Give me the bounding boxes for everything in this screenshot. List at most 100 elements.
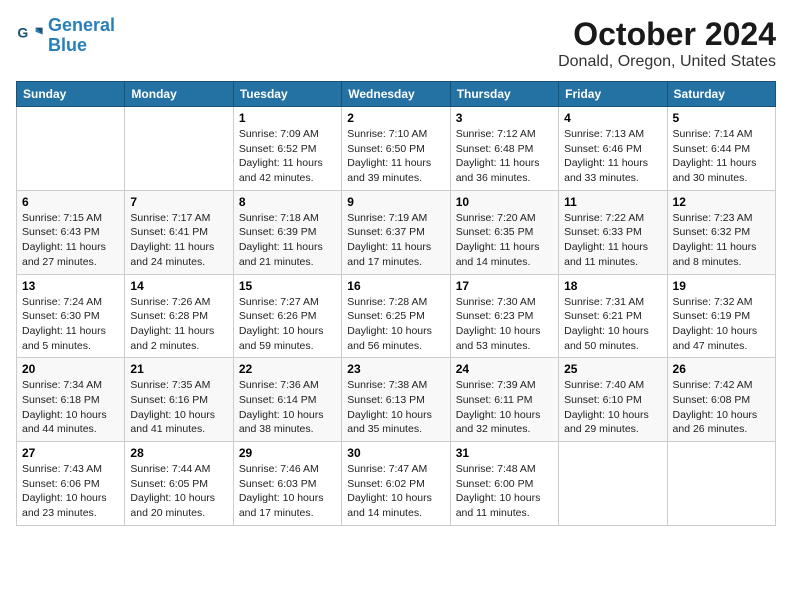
day-detail: Sunrise: 7:46 AM Sunset: 6:03 PM Dayligh…	[239, 462, 336, 521]
weekday-header-thursday: Thursday	[450, 82, 558, 107]
header: G General Blue October 2024 Donald, Oreg…	[16, 16, 776, 71]
day-number: 5	[673, 111, 770, 125]
calendar-cell: 6 Sunrise: 7:15 AM Sunset: 6:43 PM Daylig…	[17, 190, 125, 274]
week-row-4: 20 Sunrise: 7:34 AM Sunset: 6:18 PM Dayli…	[17, 358, 776, 442]
day-detail: Sunrise: 7:22 AM Sunset: 6:33 PM Dayligh…	[564, 211, 661, 270]
calendar-cell: 1 Sunrise: 7:09 AM Sunset: 6:52 PM Daylig…	[233, 107, 341, 191]
day-number: 24	[456, 362, 553, 376]
weekday-header-tuesday: Tuesday	[233, 82, 341, 107]
calendar-cell: 23 Sunrise: 7:38 AM Sunset: 6:13 PM Dayli…	[342, 358, 450, 442]
calendar-cell: 30 Sunrise: 7:47 AM Sunset: 6:02 PM Dayli…	[342, 442, 450, 526]
day-number: 12	[673, 195, 770, 209]
calendar-cell: 3Sunrise: 7:12 AM Sunset: 6:48 PM Daylig…	[450, 107, 558, 191]
day-number: 27	[22, 446, 119, 460]
calendar-cell: 15 Sunrise: 7:27 AM Sunset: 6:26 PM Dayli…	[233, 274, 341, 358]
calendar-cell: 25 Sunrise: 7:40 AM Sunset: 6:10 PM Dayli…	[559, 358, 667, 442]
logo-icon: G	[16, 22, 44, 50]
day-detail: Sunrise: 7:44 AM Sunset: 6:05 PM Dayligh…	[130, 462, 227, 521]
day-detail: Sunrise: 7:32 AM Sunset: 6:19 PM Dayligh…	[673, 295, 770, 354]
day-number: 13	[22, 279, 119, 293]
day-detail: Sunrise: 7:42 AM Sunset: 6:08 PM Dayligh…	[673, 378, 770, 437]
location-title: Donald, Oregon, United States	[558, 53, 776, 71]
day-detail: Sunrise: 7:36 AM Sunset: 6:14 PM Dayligh…	[239, 378, 336, 437]
svg-text:G: G	[17, 24, 28, 40]
day-detail: Sunrise: 7:40 AM Sunset: 6:10 PM Dayligh…	[564, 378, 661, 437]
day-detail: Sunrise: 7:09 AM Sunset: 6:52 PM Dayligh…	[239, 127, 336, 186]
calendar-cell: 31 Sunrise: 7:48 AM Sunset: 6:00 PM Dayli…	[450, 442, 558, 526]
weekday-header-wednesday: Wednesday	[342, 82, 450, 107]
day-number: 31	[456, 446, 553, 460]
day-detail: Sunrise: 7:20 AM Sunset: 6:35 PM Dayligh…	[456, 211, 553, 270]
day-number: 11	[564, 195, 661, 209]
day-number: 17	[456, 279, 553, 293]
day-number: 28	[130, 446, 227, 460]
day-detail: Sunrise: 7:24 AM Sunset: 6:30 PM Dayligh…	[22, 295, 119, 354]
day-detail: Sunrise: 7:28 AM Sunset: 6:25 PM Dayligh…	[347, 295, 444, 354]
calendar-cell: 9Sunrise: 7:19 AM Sunset: 6:37 PM Daylig…	[342, 190, 450, 274]
weekday-header-monday: Monday	[125, 82, 233, 107]
calendar-cell: 12 Sunrise: 7:23 AM Sunset: 6:32 PM Dayli…	[667, 190, 775, 274]
day-number: 26	[673, 362, 770, 376]
logo-line2: Blue	[48, 36, 115, 56]
calendar-cell: 2 Sunrise: 7:10 AM Sunset: 6:50 PM Daylig…	[342, 107, 450, 191]
day-detail: Sunrise: 7:48 AM Sunset: 6:00 PM Dayligh…	[456, 462, 553, 521]
week-row-2: 6 Sunrise: 7:15 AM Sunset: 6:43 PM Daylig…	[17, 190, 776, 274]
day-detail: Sunrise: 7:35 AM Sunset: 6:16 PM Dayligh…	[130, 378, 227, 437]
title-area: October 2024 Donald, Oregon, United Stat…	[558, 16, 776, 71]
day-detail: Sunrise: 7:47 AM Sunset: 6:02 PM Dayligh…	[347, 462, 444, 521]
day-detail: Sunrise: 7:15 AM Sunset: 6:43 PM Dayligh…	[22, 211, 119, 270]
calendar-cell	[559, 442, 667, 526]
day-number: 8	[239, 195, 336, 209]
calendar-cell: 16Sunrise: 7:28 AM Sunset: 6:25 PM Dayli…	[342, 274, 450, 358]
day-number: 2	[347, 111, 444, 125]
calendar-cell: 8Sunrise: 7:18 AM Sunset: 6:39 PM Daylig…	[233, 190, 341, 274]
day-number: 15	[239, 279, 336, 293]
calendar-cell: 28 Sunrise: 7:44 AM Sunset: 6:05 PM Dayli…	[125, 442, 233, 526]
week-row-3: 13 Sunrise: 7:24 AM Sunset: 6:30 PM Dayli…	[17, 274, 776, 358]
day-number: 19	[673, 279, 770, 293]
calendar-cell: 19 Sunrise: 7:32 AM Sunset: 6:19 PM Dayli…	[667, 274, 775, 358]
day-number: 25	[564, 362, 661, 376]
day-detail: Sunrise: 7:14 AM Sunset: 6:44 PM Dayligh…	[673, 127, 770, 186]
calendar-cell	[17, 107, 125, 191]
calendar-cell: 13 Sunrise: 7:24 AM Sunset: 6:30 PM Dayli…	[17, 274, 125, 358]
day-detail: Sunrise: 7:19 AM Sunset: 6:37 PM Dayligh…	[347, 211, 444, 270]
day-number: 14	[130, 279, 227, 293]
week-row-1: 1 Sunrise: 7:09 AM Sunset: 6:52 PM Daylig…	[17, 107, 776, 191]
day-number: 3	[456, 111, 553, 125]
day-detail: Sunrise: 7:17 AM Sunset: 6:41 PM Dayligh…	[130, 211, 227, 270]
month-title: October 2024	[558, 16, 776, 53]
day-detail: Sunrise: 7:31 AM Sunset: 6:21 PM Dayligh…	[564, 295, 661, 354]
day-number: 23	[347, 362, 444, 376]
calendar-cell: 7Sunrise: 7:17 AM Sunset: 6:41 PM Daylig…	[125, 190, 233, 274]
calendar-cell: 18 Sunrise: 7:31 AM Sunset: 6:21 PM Dayli…	[559, 274, 667, 358]
day-detail: Sunrise: 7:43 AM Sunset: 6:06 PM Dayligh…	[22, 462, 119, 521]
day-detail: Sunrise: 7:38 AM Sunset: 6:13 PM Dayligh…	[347, 378, 444, 437]
calendar-cell: 21 Sunrise: 7:35 AM Sunset: 6:16 PM Dayli…	[125, 358, 233, 442]
day-number: 18	[564, 279, 661, 293]
day-number: 30	[347, 446, 444, 460]
logo: G General Blue	[16, 16, 115, 56]
calendar-cell: 29Sunrise: 7:46 AM Sunset: 6:03 PM Dayli…	[233, 442, 341, 526]
calendar-cell	[125, 107, 233, 191]
day-detail: Sunrise: 7:27 AM Sunset: 6:26 PM Dayligh…	[239, 295, 336, 354]
day-detail: Sunrise: 7:23 AM Sunset: 6:32 PM Dayligh…	[673, 211, 770, 270]
day-detail: Sunrise: 7:13 AM Sunset: 6:46 PM Dayligh…	[564, 127, 661, 186]
day-number: 20	[22, 362, 119, 376]
day-number: 6	[22, 195, 119, 209]
day-number: 1	[239, 111, 336, 125]
day-number: 4	[564, 111, 661, 125]
calendar-cell: 11 Sunrise: 7:22 AM Sunset: 6:33 PM Dayli…	[559, 190, 667, 274]
calendar-cell	[667, 442, 775, 526]
weekday-header-friday: Friday	[559, 82, 667, 107]
calendar-cell: 5 Sunrise: 7:14 AM Sunset: 6:44 PM Daylig…	[667, 107, 775, 191]
calendar-table: SundayMondayTuesdayWednesdayThursdayFrid…	[16, 81, 776, 526]
day-detail: Sunrise: 7:34 AM Sunset: 6:18 PM Dayligh…	[22, 378, 119, 437]
weekday-header-sunday: Sunday	[17, 82, 125, 107]
calendar-cell: 24 Sunrise: 7:39 AM Sunset: 6:11 PM Dayli…	[450, 358, 558, 442]
day-detail: Sunrise: 7:10 AM Sunset: 6:50 PM Dayligh…	[347, 127, 444, 186]
calendar-cell: 4 Sunrise: 7:13 AM Sunset: 6:46 PM Daylig…	[559, 107, 667, 191]
day-detail: Sunrise: 7:39 AM Sunset: 6:11 PM Dayligh…	[456, 378, 553, 437]
day-detail: Sunrise: 7:30 AM Sunset: 6:23 PM Dayligh…	[456, 295, 553, 354]
day-number: 21	[130, 362, 227, 376]
